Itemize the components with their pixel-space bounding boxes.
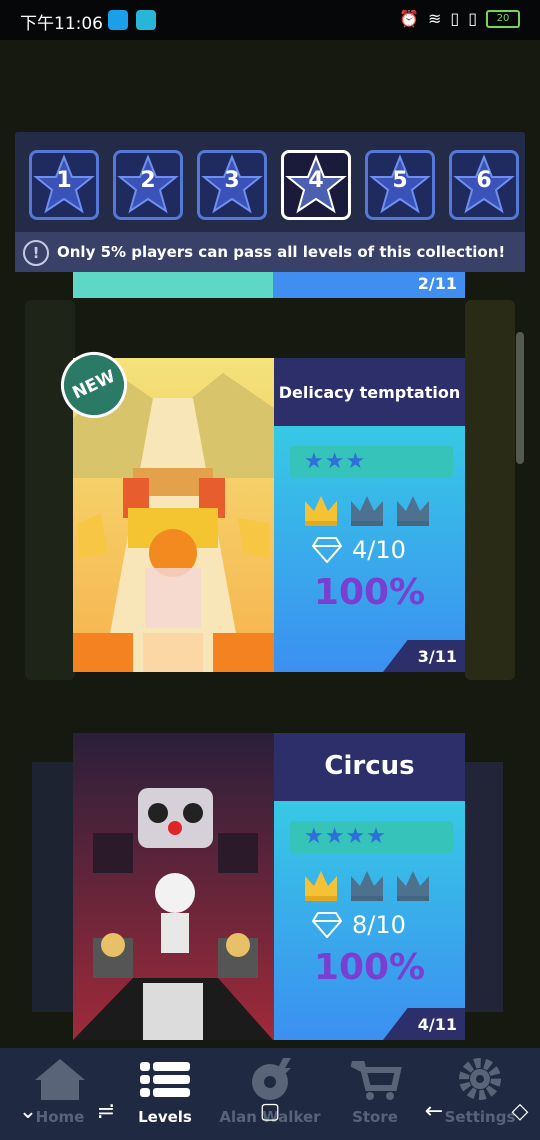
sim-icon: ▯: [450, 9, 460, 28]
alarm-icon: ⏰: [399, 9, 419, 28]
crown-row: [302, 868, 432, 902]
background-card: [465, 300, 515, 680]
background-card: [32, 762, 74, 1012]
wifi-icon: ≋: [427, 9, 442, 28]
level-card-circus[interactable]: Circus ★★★★ 8/10 100% 4/11: [73, 733, 465, 1040]
notice-text: Only 5% players can pass all levels of t…: [57, 243, 506, 261]
collection-notice: ! Only 5% players can pass all levels of…: [15, 232, 525, 272]
circus-level-artwork: [73, 733, 274, 1040]
level-title: Delicacy temptation: [278, 383, 461, 402]
collection-tab-5[interactable]: 5: [365, 150, 435, 220]
collection-tabs: 1 2 3 4 5 6: [29, 150, 519, 220]
list-icon: [140, 1062, 190, 1097]
gem-row: 8/10: [312, 911, 406, 939]
collection-tab-1[interactable]: 1: [29, 150, 99, 220]
completion-percent: 100%: [313, 572, 426, 613]
home-square-icon[interactable]: ▢: [256, 1098, 284, 1126]
crown-icon: [397, 496, 429, 526]
crown-icon: [305, 871, 337, 901]
level-info: 2/11: [273, 272, 465, 298]
info-icon: !: [23, 240, 49, 266]
nav-store[interactable]: Store: [321, 1056, 429, 1126]
home-icon: [35, 1059, 85, 1100]
background-card: [465, 762, 503, 1012]
bottom-nav: Home Levels Alan Walker Store Settings: [0, 1048, 540, 1140]
difficulty-stars: ★★★★: [290, 821, 453, 853]
scrollbar[interactable]: [516, 332, 524, 464]
diamond-icon: [312, 537, 342, 563]
qq-icon: [108, 10, 128, 30]
taptap-icon: [136, 10, 156, 30]
rotate-icon[interactable]: ◇: [506, 1098, 534, 1126]
crown-icon: [351, 871, 383, 901]
level-info: Delicacy temptation ★★★ 4/10 100% 3/11: [274, 358, 465, 672]
level-card-previous[interactable]: 2/11: [73, 272, 465, 298]
chevron-down-icon[interactable]: ⌄: [14, 1098, 42, 1126]
level-title: Circus: [324, 751, 415, 781]
crown-icon: [305, 496, 337, 526]
level-count: 2/11: [417, 274, 457, 293]
collection-tab-6[interactable]: 6: [449, 150, 519, 220]
gem-row: 4/10: [312, 536, 406, 564]
collection-tab-2[interactable]: 2: [113, 150, 183, 220]
level-thumbnail: [73, 733, 274, 1040]
gem-count: 8/10: [352, 911, 406, 939]
crown-icon: [397, 871, 429, 901]
level-title-box: Delicacy temptation: [274, 358, 465, 426]
gem-count: 4/10: [352, 536, 406, 564]
clock: 下午11:06: [20, 14, 103, 34]
level-thumbnail: [73, 272, 273, 298]
crown-icon: [351, 496, 383, 526]
nav-levels[interactable]: Levels: [111, 1056, 219, 1126]
battery-icon: 20: [486, 9, 520, 28]
background-card: [25, 300, 75, 680]
collection-panel: 1 2 3 4 5 6 ! Only 5% players can pass a…: [15, 132, 525, 272]
gear-icon: [459, 1058, 501, 1100]
level-count: 4/11: [383, 1008, 465, 1040]
level-title-box: Circus: [274, 733, 465, 801]
collection-tab-4[interactable]: 4: [281, 150, 351, 220]
status-bar: 下午11:06 ⏰ ≋ ▯ ▯ 20: [0, 0, 540, 40]
crown-row: [302, 493, 432, 527]
cart-icon: [350, 1061, 402, 1100]
back-arrow-icon[interactable]: ←: [420, 1098, 448, 1126]
difficulty-stars: ★★★: [290, 446, 453, 478]
completion-percent: 100%: [313, 947, 426, 988]
menu-switch-icon[interactable]: ≓: [92, 1098, 120, 1126]
collection-tab-3[interactable]: 3: [197, 150, 267, 220]
level-card-delicacy-temptation[interactable]: Delicacy temptation ★★★ 4/10 100% 3/11: [73, 358, 465, 672]
vinyl-icon: [252, 1058, 291, 1100]
diamond-icon: [312, 912, 342, 938]
level-info: Circus ★★★★ 8/10 100% 4/11: [274, 733, 465, 1040]
sim2-icon: ▯: [468, 9, 477, 28]
level-count: 3/11: [383, 640, 465, 672]
